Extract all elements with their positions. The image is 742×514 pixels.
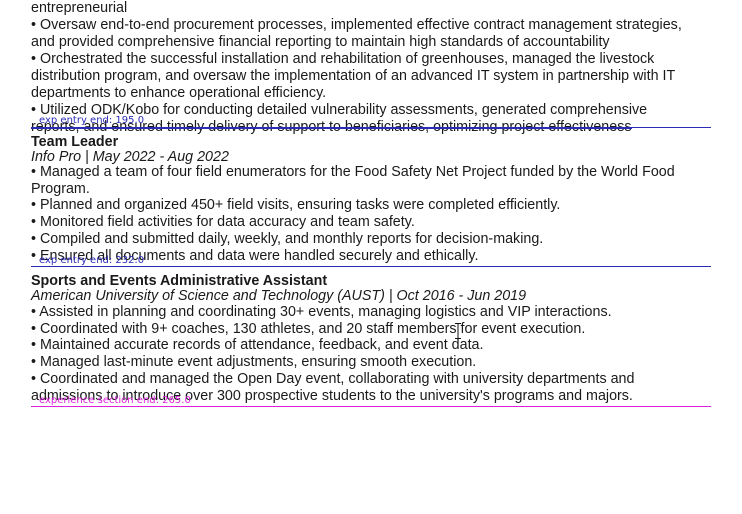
entry-bullet: • Managed last-minute event adjustments,… bbox=[31, 354, 477, 370]
prev-entry-line: • Orchestrated the successful installati… bbox=[31, 51, 655, 67]
exp-entry-end-label: exp entry end: 232.0 bbox=[39, 255, 145, 266]
entry-bullet: • Planned and organized 450+ field visit… bbox=[31, 197, 561, 213]
entry-bullet: • Monitored field activities for data ac… bbox=[31, 214, 415, 230]
prev-entry-line: • Oversaw end-to-end procurement process… bbox=[31, 17, 682, 33]
prev-entry-line: departments to enhance operational effic… bbox=[31, 85, 327, 101]
exp-entry-end-label: exp entry end: 195.0 bbox=[39, 115, 145, 126]
entry-bullet: • Assisted in planning and coordinating … bbox=[31, 304, 612, 320]
section-end-marker bbox=[31, 406, 711, 407]
prev-entry-line: and provided comprehensive financial rep… bbox=[31, 34, 610, 50]
entry-bullet: • Maintained accurate records of attenda… bbox=[31, 337, 484, 353]
prev-entry-line: entrepreneurial bbox=[31, 0, 128, 16]
entry-bullet: • Coordinated and managed the Open Day e… bbox=[31, 371, 635, 387]
entry-bullet: Program. bbox=[31, 181, 90, 197]
exp-entry-end-marker bbox=[31, 266, 711, 267]
entry-bullet: • Compiled and submitted daily, weekly, … bbox=[31, 231, 544, 247]
section-end-label: experience section end: 265.0 bbox=[39, 395, 191, 406]
entry-bullet: • Managed a team of four field enumerato… bbox=[31, 164, 675, 180]
text-cursor-icon bbox=[455, 323, 461, 339]
prev-entry-line: distribution program, and oversaw the im… bbox=[31, 68, 676, 84]
exp-entry-end-marker bbox=[31, 127, 711, 128]
entry-bullet: • Coordinated with 9+ coaches, 130 athle… bbox=[31, 321, 586, 337]
entry-subtitle: American University of Science and Techn… bbox=[31, 288, 527, 304]
